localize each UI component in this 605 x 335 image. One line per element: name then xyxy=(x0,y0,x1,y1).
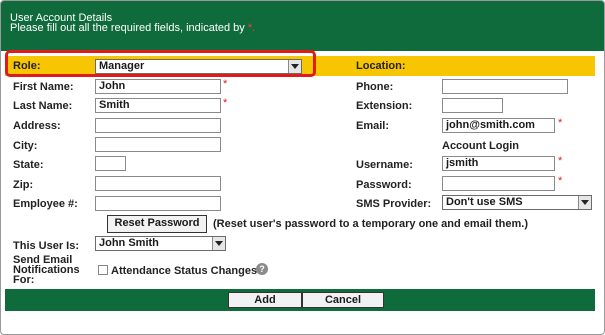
attendance-status-label: Attendance Status Changes xyxy=(111,265,258,277)
zip-label: Zip: xyxy=(13,179,34,191)
last-name-field[interactable]: Smith xyxy=(95,98,221,113)
sms-provider-value: Don't use SMS xyxy=(446,196,523,208)
last-name-required-mark: * xyxy=(223,97,228,109)
form-header: User Account Details Please fill out all… xyxy=(1,1,604,51)
role-highlight-box xyxy=(5,50,316,77)
this-user-is-value: John Smith xyxy=(99,237,159,249)
phone-label: Phone: xyxy=(356,81,394,93)
required-note-text: Please fill out all the required fields,… xyxy=(10,22,245,34)
email-required-mark: * xyxy=(558,117,563,129)
employee-number-field[interactable] xyxy=(95,196,221,211)
add-button[interactable]: Add xyxy=(228,292,302,308)
required-note-star: *. xyxy=(247,22,256,34)
username-label: Username: xyxy=(356,159,413,171)
chevron-down-icon xyxy=(212,237,225,250)
address-label: Address: xyxy=(13,120,61,132)
state-field[interactable] xyxy=(95,156,126,171)
email-label: Email: xyxy=(356,120,390,132)
help-icon[interactable]: ? xyxy=(256,263,268,275)
required-fields-note: Please fill out all the required fields,… xyxy=(10,22,255,34)
user-account-form: User Account Details Please fill out all… xyxy=(0,0,605,335)
chevron-down-icon xyxy=(578,196,591,209)
first-name-label: First Name: xyxy=(13,81,74,93)
username-required-mark: * xyxy=(558,155,563,167)
last-name-label: Last Name: xyxy=(13,100,73,112)
first-name-field[interactable]: John xyxy=(95,79,221,94)
this-user-is-select[interactable]: John Smith xyxy=(95,236,226,251)
city-field[interactable] xyxy=(95,137,221,152)
username-field[interactable]: jsmith xyxy=(442,156,555,171)
account-login-heading: Account Login xyxy=(442,140,519,152)
cancel-button[interactable]: Cancel xyxy=(302,292,384,308)
address-field[interactable] xyxy=(95,118,221,133)
this-user-is-label: This User Is: xyxy=(13,240,80,252)
sms-provider-select[interactable]: Don't use SMS xyxy=(442,195,592,210)
location-label: Location: xyxy=(356,60,406,72)
city-label: City: xyxy=(13,140,38,152)
send-email-notifications-label: Send Email Notifications For: xyxy=(13,255,80,286)
state-label: State: xyxy=(13,159,44,171)
attendance-status-checkbox[interactable] xyxy=(98,265,108,275)
reset-password-note: (Reset user's password to a temporary on… xyxy=(213,218,528,230)
email-field[interactable]: john@smith.com xyxy=(442,118,555,133)
send-email-label-line3: For: xyxy=(13,274,35,286)
employee-number-label: Employee #: xyxy=(13,198,78,210)
password-field[interactable] xyxy=(442,176,555,191)
extension-field[interactable] xyxy=(442,98,503,113)
extension-label: Extension: xyxy=(356,100,413,112)
first-name-required-mark: * xyxy=(223,78,228,90)
sms-provider-label: SMS Provider: xyxy=(356,198,432,210)
zip-field[interactable] xyxy=(95,176,221,191)
phone-field[interactable] xyxy=(442,79,568,94)
reset-password-button[interactable]: Reset Password xyxy=(107,215,207,233)
password-required-mark: * xyxy=(558,175,563,187)
password-label: Password: xyxy=(356,179,412,191)
